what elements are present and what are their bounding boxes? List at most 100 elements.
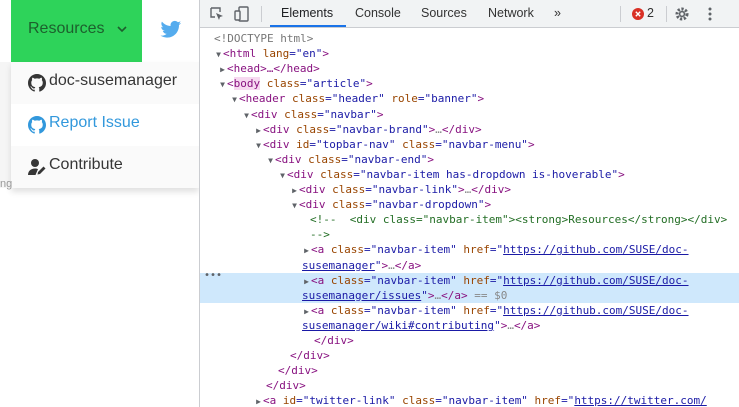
tag-end: </div> [441,122,482,136]
attr-link[interactable]: https://twitter.com/ [574,394,706,407]
html-comment: <!-- <div class="navbar-item"><strong>Re… [310,213,728,227]
expand-right-arrow-icon[interactable]: ▶ [218,62,227,77]
attr-link[interactable]: https://github.com/SUSE/doc- [503,304,688,317]
dom-tree-row[interactable]: ▼ <div id="topbar-nav" class="navbar-menu… [200,137,739,152]
tab-elements[interactable]: Elements [281,0,333,27]
devtools-toolbar: Elements Console Sources Network » 2 [200,0,739,28]
expand-right-arrow-icon[interactable]: ▶ [290,183,299,198]
tag-open: </div> [314,334,354,347]
attr-link[interactable]: susemanager/issues [302,289,421,302]
github-icon [28,116,46,134]
dom-tree-row[interactable]: ▼ <div class="navbar-item has-dropdown is… [200,167,739,182]
tag-open: </div> [278,364,318,378]
dom-tree-row[interactable]: susemanager/issues">…</a> == $0 [200,287,739,303]
device-toolbar-icon[interactable] [233,5,251,23]
attr-link[interactable]: susemanager/wiki#contributing [302,319,494,332]
tag-open: <div [263,122,290,136]
tag-close: > [366,77,373,91]
dom-tree-row[interactable]: ▶ <div class="navbar-link">…</div> [200,182,739,197]
expand-down-arrow-icon[interactable]: ▼ [218,77,227,92]
html-comment: --> [310,228,330,242]
dom-tree-row[interactable]: </div> [200,333,739,348]
error-icon[interactable] [632,8,644,20]
tab-network[interactable]: Network [488,0,534,27]
expand-right-arrow-icon[interactable]: ▶ [302,243,311,258]
expand-down-arrow-icon[interactable]: ▼ [290,198,299,213]
toolbar-divider [620,6,621,22]
attr-link[interactable]: https://github.com/SUSE/doc- [503,243,688,256]
tab-sources[interactable]: Sources [421,0,467,27]
expand-right-arrow-icon[interactable]: ▶ [302,274,311,289]
expand-down-arrow-icon[interactable]: ▼ [254,138,263,153]
dom-tree-row[interactable]: </div> [200,363,739,378]
dom-tree-row[interactable]: ▶ <a class="navbar-item" href="https://gi… [200,242,739,257]
resources-dropdown: doc-susemanager Report Issue Contribute [11,62,199,188]
user-edit-icon [28,159,46,175]
tag-open: <div [251,107,278,121]
dom-tree-row[interactable]: ▼ <div class="navbar-dropdown"> [200,197,739,212]
dom-tree-row[interactable]: ▶ <a class="navbar-item" href="https://gi… [200,303,739,318]
dropdown-item-doc-susemanager[interactable]: doc-susemanager [11,62,199,104]
attr-value: =" [489,303,504,317]
resources-menu-button[interactable]: Resources [11,0,142,62]
tab-console[interactable]: Console [355,0,401,27]
attr-value: ="header" [325,92,385,106]
tag-end: </div> [471,183,511,196]
expand-down-arrow-icon[interactable]: ▼ [214,47,223,62]
attr-name: class [289,122,330,136]
dom-tree-row[interactable]: ▼ <div class="navbar-end"> [200,152,739,167]
dom-tree-row[interactable]: ▼ <html lang="en"> [200,46,739,61]
dropdown-item-report-issue[interactable]: Report Issue [11,104,199,146]
attr-value: =" [489,243,504,257]
collapsed-ellipsis: … [507,318,514,332]
attr-value: ="navbar-link" [365,183,458,196]
row-actions-ellipsis[interactable]: ••• [204,270,222,281]
dropdown-item-contribute[interactable]: Contribute [11,146,199,188]
dom-tree-row[interactable]: ▼ <body class="article"> [200,76,739,91]
attr-name: lang [256,47,290,61]
attr-value: ="twitter-link" [296,394,396,407]
expand-down-arrow-icon[interactable]: ▼ [266,153,275,168]
expand-down-arrow-icon[interactable]: ▼ [242,108,251,123]
github-icon [28,74,46,92]
dom-tree-row[interactable]: --> [200,227,739,242]
dom-tree-row[interactable]: ▼ <header class="header" role="banner"> [200,91,739,106]
attr-value: ="navbar-menu" [435,137,528,151]
dom-tree-row[interactable]: </div> [200,348,739,363]
dom-tree-row[interactable]: ▶ <a id="twitter-link" class="navbar-item… [200,393,739,407]
tag-close: > [457,183,465,196]
more-options-icon[interactable] [701,5,719,23]
tag-open: <a [311,303,325,317]
tag-close: > [618,167,625,181]
page-text-fragment: ng [0,178,13,190]
dom-tree-row[interactable]: ▶ <a class="navbar-item" href="https://gi… [200,272,739,289]
attr-value: ="topbar-nav" [309,137,396,151]
attr-link[interactable]: https://github.com/SUSE/doc- [503,274,688,287]
expand-right-arrow-icon[interactable]: ▶ [302,304,311,319]
dom-tree-row[interactable]: <!DOCTYPE html> [200,31,739,46]
dom-tree-row[interactable]: susemanager">…</a> [200,258,739,273]
more-tabs-button[interactable]: » [554,0,561,27]
inspect-element-icon[interactable] [208,5,226,23]
twitter-icon[interactable] [160,20,182,40]
attr-name: id [289,137,310,151]
tag-open: <html [223,47,257,61]
tag-open: <div [275,152,302,166]
dom-tree-row[interactable]: susemanager/wiki#contributing">…</a> [200,318,739,333]
attr-name: href [456,273,490,287]
expand-down-arrow-icon[interactable]: ▼ [230,92,239,107]
dom-tree-row[interactable]: ▶ <head>…</head> [200,61,739,76]
attr-link[interactable]: susemanager [302,259,375,272]
expand-right-arrow-icon[interactable]: ▶ [254,394,263,407]
dom-tree-row[interactable]: </div> [200,378,739,393]
attr-name: class [324,243,364,257]
expand-right-arrow-icon[interactable]: ▶ [254,123,263,138]
attr-value: ="navbar-end" [341,152,428,166]
settings-gear-icon[interactable] [673,5,691,23]
dom-tree-row[interactable]: ▼ <div class="navbar"> [200,107,739,122]
attr-name: class [277,107,318,121]
dom-tree-row[interactable]: <!-- <div class="navbar-item"><strong>Re… [200,212,739,227]
dom-tree-row[interactable]: ▶ <div class="navbar-brand">…</div> [200,122,739,137]
collapsed-ellipsis: … [388,258,395,272]
expand-down-arrow-icon[interactable]: ▼ [278,168,287,183]
